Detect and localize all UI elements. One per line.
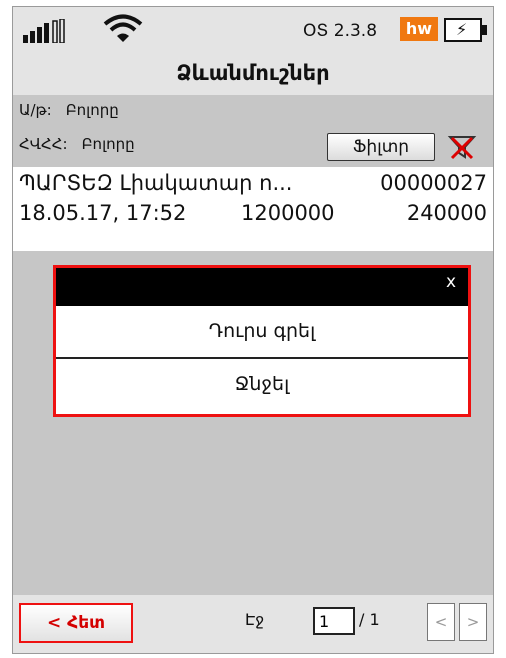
clear-filter-icon[interactable] [447,133,477,161]
filter-tin-value: Բոլորը [81,135,135,153]
device-screen: ՕՏ 2.3.8 hw ⚡ Ձևանմուշներ Ա/թ: Բոլորը ՀՎՀ… [12,6,494,654]
document-number: 00000027 [380,171,487,195]
write-off-button[interactable]: Դուրս գրել [56,306,468,357]
delete-button[interactable]: Ջնջել [56,359,468,410]
popup-header: x [56,268,468,306]
page-title: Ձևանմուշներ [13,53,493,95]
document-vat: 240000 [406,201,487,225]
filter-row-tin: ՀՎՀՀ: Բոլորը [19,135,135,153]
context-menu-popup: x Դուրս գրել Ջնջել [53,265,471,417]
wifi-icon [103,14,143,42]
document-name: ՊԱՐՏԵԶ Լիակատար ո... [19,171,293,195]
page-label: Էջ [245,610,265,629]
document-amount: 1200000 [241,201,335,225]
battery-charging-icon: ⚡ [444,18,487,42]
prev-page-button[interactable]: < [427,603,455,641]
filter-button[interactable]: Ֆիլտր [327,133,435,161]
filter-date-label: Ա/թ: [19,101,52,119]
filter-tin-label: ՀՎՀՀ: [19,135,68,153]
signal-strength-icon [23,19,65,43]
back-button[interactable]: < Հետ [19,603,133,643]
filter-row-date: Ա/թ: Բոլորը [19,101,119,119]
next-page-button[interactable]: > [459,603,487,641]
document-date: 18.05.17, 17:52 [19,201,187,225]
status-bar: ՕՏ 2.3.8 hw ⚡ [13,7,493,53]
page-number-input[interactable] [313,607,355,635]
document-row[interactable]: ՊԱՐՏԵԶ Լիակատար ո... 00000027 18.05.17, … [13,167,493,251]
filter-panel: Ա/թ: Բոլորը ՀՎՀՀ: Բոլորը Ֆիլտր [13,99,493,165]
page-total: / 1 [359,610,380,629]
os-version: ՕՏ 2.3.8 [303,21,378,41]
hw-badge: hw [400,17,438,41]
close-icon[interactable]: x [446,272,456,292]
bottom-bar: < Հետ Էջ / 1 < > [13,595,493,653]
filter-date-value: Բոլորը [65,101,119,119]
